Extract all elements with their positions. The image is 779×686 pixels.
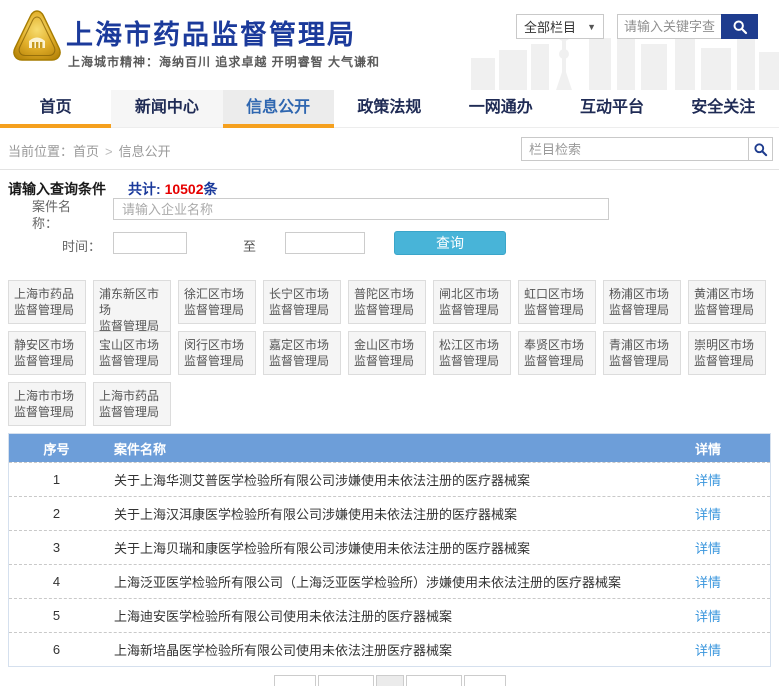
- detail-link[interactable]: 详情: [695, 609, 721, 624]
- agency-filter-button[interactable]: 松江区市场 监督管理局: [433, 331, 511, 375]
- time-to-label: 至: [243, 236, 256, 255]
- site-header: 上海市药品监督管理局 上海城市精神：海纳百川 追求卓越 开明睿智 大气谦和 全部…: [0, 0, 779, 90]
- site-title: 上海市药品监督管理局: [66, 13, 356, 52]
- agency-filter-button[interactable]: 闸北区市场 监督管理局: [433, 280, 511, 324]
- channel-select[interactable]: 全部栏目 ▼: [516, 14, 604, 39]
- detail-link[interactable]: 详情: [695, 473, 721, 488]
- agency-filter-button[interactable]: 虹口区市场 监督管理局: [518, 280, 596, 324]
- row-number: 4: [9, 574, 104, 589]
- total-count-unit: 条: [204, 181, 218, 197]
- row-number: 6: [9, 642, 104, 657]
- agency-filter-button[interactable]: 静安区市场 监督管理局: [8, 331, 86, 375]
- case-name: 关于上海华测艾普医学检验所有限公司涉嫌使用未依法注册的医疗器械案: [104, 470, 695, 489]
- nav-online-services[interactable]: 一网通办: [445, 90, 556, 127]
- agency-filter-button[interactable]: 上海市药品 监督管理局: [93, 382, 171, 426]
- case-name: 关于上海汉洱康医学检验所有限公司涉嫌使用未依法注册的医疗器械案: [104, 504, 695, 523]
- agency-filter-button[interactable]: 青浦区市场 监督管理局: [603, 331, 681, 375]
- case-name-label: 案件名称：: [32, 198, 80, 232]
- row-number: 1: [9, 472, 104, 487]
- agency-filter-grid: 上海市药品 监督管理局 浦东新区市场 监督管理局 徐汇区市场 监督管理局 长宁区…: [0, 272, 779, 426]
- pagination-button-current[interactable]: [376, 675, 404, 686]
- pagination-button[interactable]: [406, 675, 462, 686]
- nav-home[interactable]: 首页: [0, 90, 111, 127]
- breadcrumb-current-link[interactable]: 信息公开: [119, 144, 171, 159]
- table-header-row: 序号 案件名称 详情: [9, 434, 770, 462]
- query-section: 请输入查询条件 共计: 10502条 案件名称： 时间： 至 查询: [0, 170, 779, 272]
- row-number: 5: [9, 608, 104, 623]
- nav-interaction[interactable]: 互动平台: [556, 90, 667, 127]
- table-header-name: 案件名称: [104, 439, 695, 458]
- query-submit-button[interactable]: 查询: [394, 231, 506, 255]
- nav-info-disclosure[interactable]: 信息公开: [223, 90, 334, 127]
- time-from-input[interactable]: [113, 232, 187, 254]
- case-table: 序号 案件名称 详情 1 关于上海华测艾普医学检验所有限公司涉嫌使用未依法注册的…: [8, 433, 771, 667]
- total-count-label: 共计:: [128, 181, 165, 197]
- total-count-value: 10502: [165, 181, 204, 197]
- search-icon: [753, 142, 768, 157]
- agency-filter-button[interactable]: 奉贤区市场 监督管理局: [518, 331, 596, 375]
- table-header-no: 序号: [9, 439, 104, 458]
- detail-link[interactable]: 详情: [695, 575, 721, 590]
- agency-filter-button[interactable]: 杨浦区市场 监督管理局: [603, 280, 681, 324]
- breadcrumb-bar: 当前位置：首页 > 信息公开: [0, 128, 779, 170]
- nav-news[interactable]: 新闻中心: [111, 90, 222, 127]
- agency-filter-button[interactable]: 上海市市场 监督管理局: [8, 382, 86, 426]
- main-nav: 首页 新闻中心 信息公开 政策法规 一网通办 互动平台 安全关注: [0, 90, 779, 128]
- query-title: 请输入查询条件: [8, 179, 106, 199]
- time-label: 时间：: [62, 236, 101, 255]
- detail-link[interactable]: 详情: [695, 643, 721, 658]
- agency-filter-button[interactable]: 上海市药品 监督管理局: [8, 280, 86, 324]
- pagination: [0, 675, 779, 686]
- keyword-search-button[interactable]: [721, 14, 758, 39]
- caret-down-icon: ▼: [587, 22, 596, 32]
- pagination-button[interactable]: [318, 675, 374, 686]
- case-name: 上海泛亚医学检验所有限公司（上海泛亚医学检验所）涉嫌使用未依法注册的医疗器械案: [104, 572, 695, 591]
- site-subtitle: 上海城市精神：海纳百川 追求卓越 开明睿智 大气谦和: [68, 53, 380, 70]
- case-name: 上海迪安医学检验所有限公司使用未依法注册的医疗器械案: [104, 606, 695, 625]
- column-search-button[interactable]: [749, 137, 773, 161]
- nav-policies[interactable]: 政策法规: [334, 90, 445, 127]
- breadcrumb-prefix: 当前位置：: [8, 144, 73, 159]
- agency-filter-button[interactable]: 闵行区市场 监督管理局: [178, 331, 256, 375]
- agency-filter-button[interactable]: 长宁区市场 监督管理局: [263, 280, 341, 324]
- row-number: 2: [9, 506, 104, 521]
- breadcrumb-separator: >: [105, 144, 113, 159]
- search-icon: [732, 19, 748, 35]
- table-row: 1 关于上海华测艾普医学检验所有限公司涉嫌使用未依法注册的医疗器械案 详情: [9, 462, 770, 496]
- table-header-detail: 详情: [695, 439, 770, 458]
- table-row: 4 上海泛亚医学检验所有限公司（上海泛亚医学检验所）涉嫌使用未依法注册的医疗器械…: [9, 564, 770, 598]
- time-to-input[interactable]: [285, 232, 365, 254]
- pagination-button[interactable]: [274, 675, 316, 686]
- channel-select-value: 全部栏目: [524, 17, 576, 36]
- agency-filter-button[interactable]: 嘉定区市场 监督管理局: [263, 331, 341, 375]
- nav-safety[interactable]: 安全关注: [668, 90, 779, 127]
- breadcrumb: 当前位置：首页 > 信息公开: [8, 141, 171, 160]
- agency-filter-button[interactable]: 徐汇区市场 监督管理局: [178, 280, 256, 324]
- table-row: 3 关于上海贝瑞和康医学检验所有限公司涉嫌使用未依法注册的医疗器械案 详情: [9, 530, 770, 564]
- column-search-input[interactable]: [521, 137, 749, 161]
- case-name-input[interactable]: [113, 198, 609, 220]
- agency-logo-icon: [10, 8, 64, 66]
- detail-link[interactable]: 详情: [695, 541, 721, 556]
- case-name: 关于上海贝瑞和康医学检验所有限公司涉嫌使用未依法注册的医疗器械案: [104, 538, 695, 557]
- agency-filter-button[interactable]: 崇明区市场 监督管理局: [688, 331, 766, 375]
- row-number: 3: [9, 540, 104, 555]
- table-row: 5 上海迪安医学检验所有限公司使用未依法注册的医疗器械案 详情: [9, 598, 770, 632]
- total-count: 共计: 10502条: [128, 179, 218, 199]
- table-row: 2 关于上海汉洱康医学检验所有限公司涉嫌使用未依法注册的医疗器械案 详情: [9, 496, 770, 530]
- agency-filter-button[interactable]: 金山区市场 监督管理局: [348, 331, 426, 375]
- table-row: 6 上海新培晶医学检验所有限公司使用未依法注册医疗器械案 详情: [9, 632, 770, 666]
- detail-link[interactable]: 详情: [695, 507, 721, 522]
- agency-filter-button[interactable]: 黄浦区市场 监督管理局: [688, 280, 766, 324]
- pagination-button[interactable]: [464, 675, 506, 686]
- header-search-area: 全部栏目 ▼: [516, 14, 758, 39]
- agency-filter-button[interactable]: 普陀区市场 监督管理局: [348, 280, 426, 324]
- case-name: 上海新培晶医学检验所有限公司使用未依法注册医疗器械案: [104, 640, 695, 659]
- keyword-search-input[interactable]: [617, 14, 721, 39]
- breadcrumb-home-link[interactable]: 首页: [73, 144, 99, 159]
- agency-filter-button[interactable]: 宝山区市场 监督管理局: [93, 331, 171, 375]
